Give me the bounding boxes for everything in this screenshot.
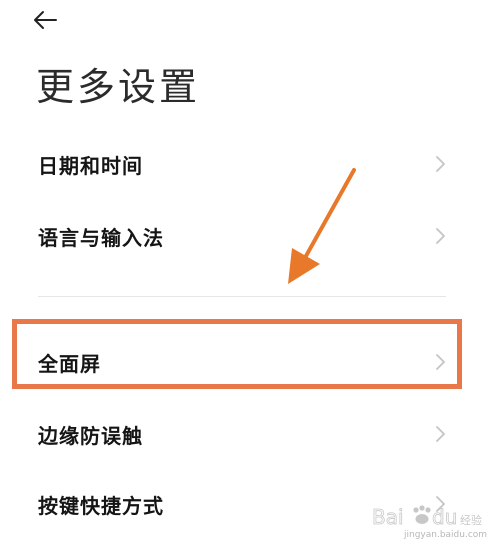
chevron-right-icon	[436, 156, 445, 172]
page-title: 更多设置	[36, 65, 201, 109]
back-button[interactable]	[32, 4, 76, 36]
chevron-right-icon	[436, 426, 445, 442]
settings-item-label: 日期和时间	[38, 153, 143, 178]
settings-item-button-shortcuts[interactable]: 按键快捷方式	[0, 476, 489, 532]
settings-item-label: 边缘防误触	[38, 423, 143, 448]
arrow-left-icon	[34, 11, 57, 29]
settings-item-edge-touch-protection[interactable]: 边缘防误触	[0, 406, 489, 462]
settings-item-label: 按键快捷方式	[38, 493, 164, 518]
section-divider	[38, 296, 446, 297]
settings-item-date-time[interactable]: 日期和时间	[0, 136, 489, 192]
chevron-right-icon	[436, 354, 445, 370]
settings-item-language-input[interactable]: 语言与输入法	[0, 208, 489, 264]
chevron-right-icon	[436, 496, 445, 512]
chevron-right-icon	[436, 228, 445, 244]
settings-item-label: 语言与输入法	[38, 225, 164, 250]
settings-item-full-screen[interactable]: 全面屏	[0, 334, 489, 390]
watermark-url: jingyan.baidu.com	[404, 530, 488, 540]
settings-item-label: 全面屏	[38, 351, 101, 376]
